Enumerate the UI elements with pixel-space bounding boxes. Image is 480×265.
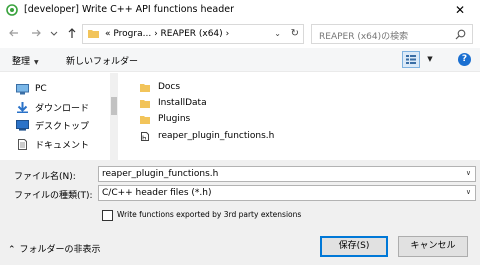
view-dropdown-icon[interactable]: ▼ <box>422 51 438 68</box>
hide-folders-toggle[interactable]: ⌃ フォルダーの非表示 <box>8 242 101 255</box>
filename-field[interactable]: reaper_plugin_functions.h ∨ <box>98 166 476 182</box>
chevron-down-icon[interactable]: ∨ <box>466 188 471 196</box>
file-name: reaper_plugin_functions.h <box>158 131 275 141</box>
history-chevron-icon[interactable] <box>50 27 58 39</box>
back-arrow-icon[interactable] <box>8 27 20 39</box>
sidebar-item-downloads[interactable]: ダウンロード <box>16 99 89 115</box>
folder-icon <box>140 83 150 92</box>
sidebar-item-label: ドキュメント <box>35 140 90 151</box>
list-item[interactable]: reaper_plugin_functions.h <box>140 128 274 144</box>
help-icon[interactable]: ? <box>458 53 471 66</box>
scrollbar-thumb[interactable] <box>111 97 117 115</box>
navigation-bar: « Progra... › REAPER (x64) › ⌄ ↻ REAPER … <box>0 21 480 47</box>
address-bar[interactable]: « Progra... › REAPER (x64) › ⌄ ↻ <box>82 24 304 44</box>
file-list: Docs InstallData Plugins reaper_plugin_f… <box>132 73 472 160</box>
sidebar-item-pc[interactable]: PC <box>16 81 47 97</box>
third-party-checkbox-label[interactable]: Write functions exported by 3rd party ex… <box>117 210 301 219</box>
chevron-down-icon: ▼ <box>34 59 39 66</box>
filetype-select[interactable]: C/C++ header files (*.h) ∨ <box>98 185 476 201</box>
search-box[interactable]: REAPER (x64)の検索 <box>311 24 473 44</box>
up-arrow-icon[interactable] <box>66 27 78 39</box>
file-name: Docs <box>158 82 181 92</box>
file-h-icon <box>141 131 149 141</box>
navigation-scrollbar[interactable] <box>110 73 118 160</box>
filename-input[interactable]: reaper_plugin_functions.h <box>102 169 218 179</box>
desktop-icon <box>16 119 29 131</box>
reaper-app-icon <box>6 4 18 16</box>
chevron-down-icon[interactable]: ∨ <box>466 169 471 177</box>
file-name: Plugins <box>158 114 191 124</box>
sidebar-item-documents[interactable]: ドキュメント <box>16 136 89 152</box>
sidebar-item-label: ダウンロード <box>35 103 90 114</box>
cancel-button[interactable]: キャンセル <box>398 236 468 257</box>
breadcrumb-separator[interactable]: › <box>154 29 158 39</box>
third-party-checkbox[interactable] <box>102 210 113 221</box>
sidebar-item-desktop[interactable]: デスクトップ <box>16 117 89 133</box>
filetype-value: C/C++ header files (*.h) <box>102 188 212 198</box>
address-dropdown-icon[interactable]: ⌄ <box>274 29 281 38</box>
list-item[interactable]: Docs <box>140 79 180 95</box>
breadcrumb-item-reaper[interactable]: REAPER (x64) <box>161 29 223 39</box>
breadcrumb-overflow[interactable]: « <box>105 29 111 39</box>
organize-label: 整理 <box>12 57 31 67</box>
refresh-icon[interactable]: ↻ <box>291 28 299 39</box>
view-options-button[interactable] <box>402 51 420 68</box>
breadcrumb-item-program-files[interactable]: Progra... <box>113 29 151 39</box>
file-name: InstallData <box>158 98 207 108</box>
title-bar: [developer] Write C++ API functions head… <box>0 0 480 20</box>
folder-icon <box>140 115 150 124</box>
navigation-pane: PC ダウンロード デスクトップ ドキュメント <box>0 73 118 160</box>
pc-icon <box>16 83 29 94</box>
view-details-icon <box>406 55 416 64</box>
download-icon <box>17 101 28 113</box>
folder-icon <box>88 30 99 38</box>
document-icon <box>18 138 27 150</box>
close-button[interactable]: ✕ <box>440 0 480 20</box>
breadcrumb: « Progra... › REAPER (x64) › <box>105 29 229 39</box>
window-title: [developer] Write C++ API functions head… <box>24 4 234 15</box>
search-icon[interactable] <box>455 29 466 40</box>
folder-icon <box>140 99 150 108</box>
sidebar-item-label: PC <box>35 84 47 94</box>
organize-button[interactable]: 整理 ▼ <box>12 54 39 67</box>
save-button[interactable]: 保存(S) <box>320 236 388 257</box>
forward-arrow-icon[interactable] <box>30 27 42 39</box>
breadcrumb-separator[interactable]: › <box>226 29 230 39</box>
toolbar: 整理 ▼ 新しいフォルダー ▼ ? <box>0 48 480 72</box>
list-item[interactable]: InstallData <box>140 95 207 111</box>
new-folder-button[interactable]: 新しいフォルダー <box>66 54 138 67</box>
filename-label: ファイル名(N): <box>14 172 76 182</box>
sidebar-item-label: デスクトップ <box>35 121 90 132</box>
filetype-label: ファイルの種類(T): <box>14 191 93 201</box>
chevron-up-icon: ⌃ <box>8 245 16 255</box>
save-form: ファイル名(N): reaper_plugin_functions.h ∨ ファ… <box>0 160 480 265</box>
list-item[interactable]: Plugins <box>140 111 190 127</box>
search-input[interactable]: REAPER (x64)の検索 <box>319 29 408 42</box>
hide-folders-label: フォルダーの非表示 <box>19 245 101 255</box>
